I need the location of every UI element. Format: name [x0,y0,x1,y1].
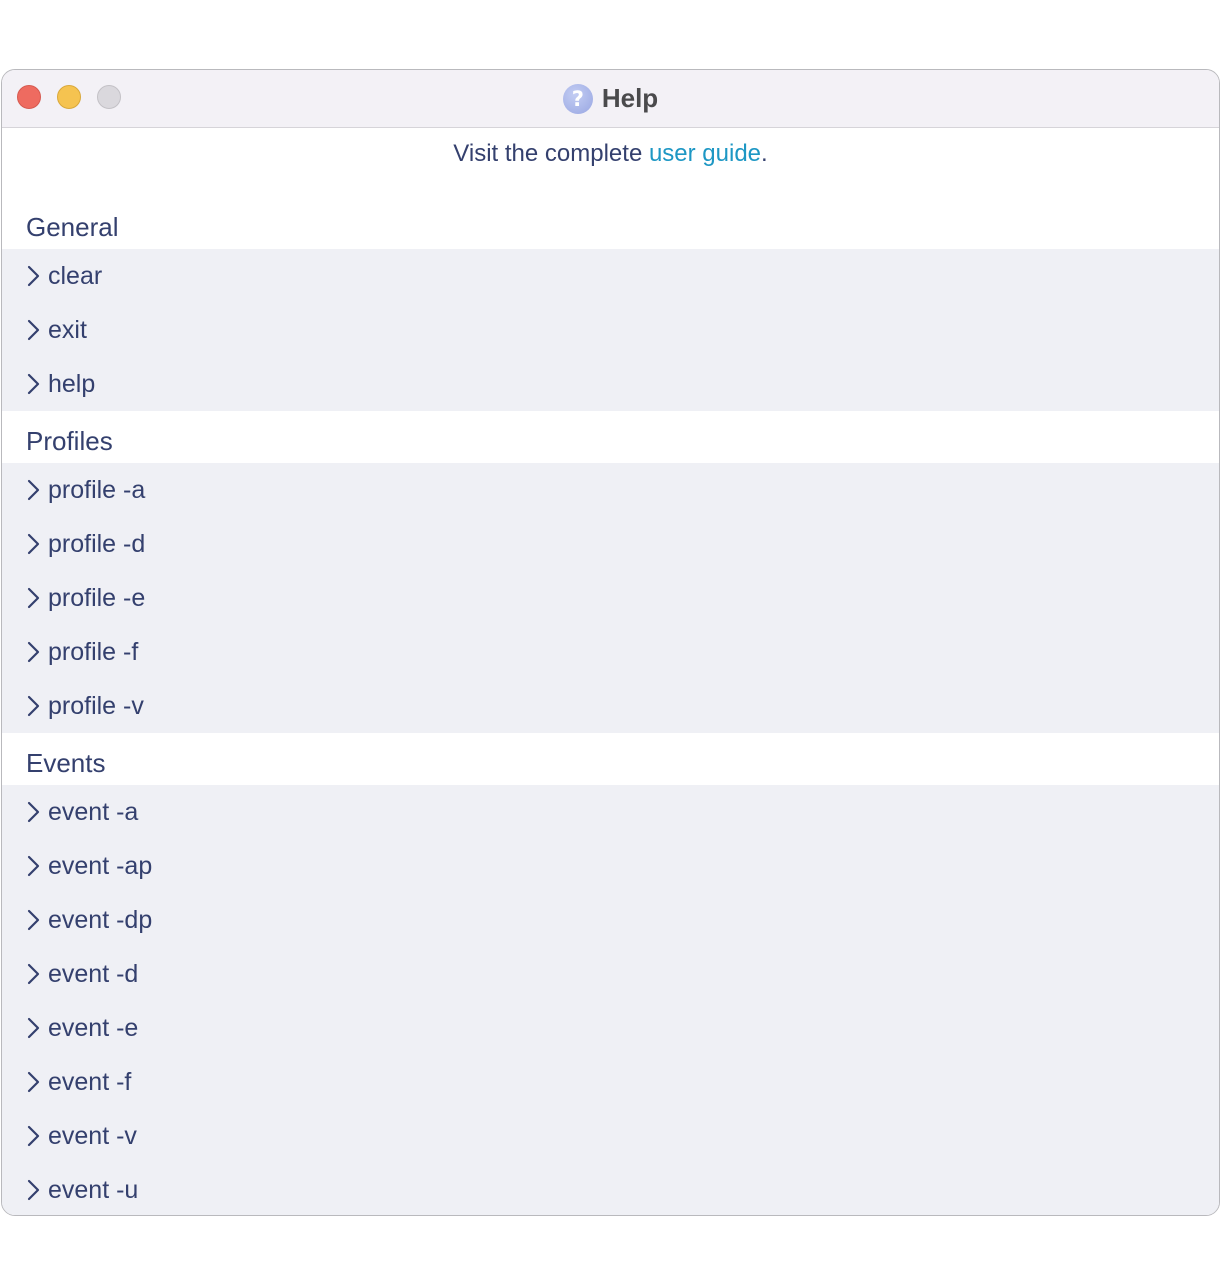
command-item-event-dp[interactable]: event -dp [2,893,1219,947]
command-item-profile-a[interactable]: profile -a [2,463,1219,517]
command-item-profile-f[interactable]: profile -f [2,625,1219,679]
section-events: event -a event -ap event -dp event -d ev… [2,785,1219,1215]
chevron-right-icon [26,800,42,824]
command-label: event -f [48,1067,132,1096]
chevron-right-icon [26,1070,42,1094]
command-label: profile -a [48,475,146,504]
command-item-profile-d[interactable]: profile -d [2,517,1219,571]
command-item-profile-v[interactable]: profile -v [2,679,1219,733]
command-label: profile -f [48,637,139,666]
chevron-right-icon [26,318,42,342]
command-item-event-a[interactable]: event -a [2,785,1219,839]
command-item-event-v[interactable]: event -v [2,1109,1219,1163]
title-bar[interactable]: ? Help [2,70,1219,128]
command-label: profile -e [48,583,146,612]
command-label: event -e [48,1013,139,1042]
chevron-right-icon [26,372,42,396]
command-label: profile -d [48,529,146,558]
section-general: clear exit help [2,249,1219,411]
chevron-right-icon [26,1124,42,1148]
command-label: event -d [48,959,139,988]
section-heading-events: Events [26,748,106,778]
command-label: event -dp [48,905,153,934]
command-label: event -v [48,1121,137,1150]
chevron-right-icon [26,694,42,718]
chevron-right-icon [26,586,42,610]
command-item-profile-e[interactable]: profile -e [2,571,1219,625]
chevron-right-icon [26,478,42,502]
command-item-help[interactable]: help [2,357,1219,411]
section-profiles: profile -a profile -d profile -e profile… [2,463,1219,733]
command-label: event -ap [48,851,153,880]
command-item-event-ap[interactable]: event -ap [2,839,1219,893]
user-guide-link[interactable]: user guide [649,140,761,167]
chevron-right-icon [26,264,42,288]
question-circle-icon: ? [562,83,593,114]
command-label: exit [48,315,87,344]
section-heading-general: General [26,212,119,242]
intro-text: Visit the complete [453,140,649,167]
command-label: help [48,369,96,398]
chevron-right-icon [26,1016,42,1040]
chevron-right-icon [26,532,42,556]
command-label: event -a [48,797,139,826]
chevron-right-icon [26,908,42,932]
user-guide-intro: Visit the complete user guide. [2,140,1219,168]
command-item-exit[interactable]: exit [2,303,1219,357]
chevron-right-icon [26,962,42,986]
window-title-group: ? Help [2,70,1219,127]
chevron-right-icon [26,640,42,664]
command-item-event-e[interactable]: event -e [2,1001,1219,1055]
window-title: Help [601,83,659,113]
command-item-event-u[interactable]: event -u [2,1163,1219,1215]
intro-period: . [761,140,768,167]
command-label: profile -v [48,691,144,720]
command-item-event-d[interactable]: event -d [2,947,1219,1001]
section-heading-profiles: Profiles [26,426,113,456]
command-label: clear [48,261,103,290]
chevron-right-icon [26,1178,42,1202]
command-item-clear[interactable]: clear [2,249,1219,303]
chevron-right-icon [26,854,42,878]
command-item-event-f[interactable]: event -f [2,1055,1219,1109]
help-window: ? Help Visit the complete user guide. Ge… [1,69,1220,1216]
command-label: event -u [48,1175,139,1204]
